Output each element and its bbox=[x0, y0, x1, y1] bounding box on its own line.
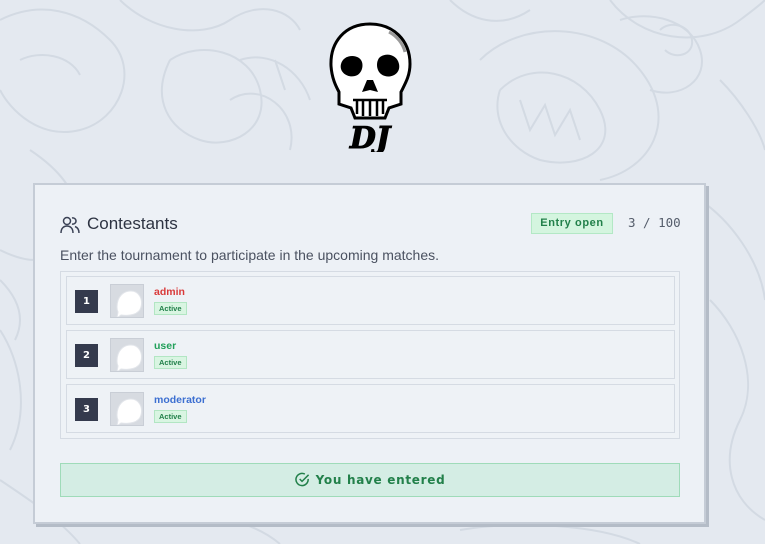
contestant-count: 3 / 100 bbox=[628, 215, 681, 230]
contestants-panel: Contestants Entry open 3 / 100 Enter the… bbox=[33, 183, 706, 524]
rank-badge: 2 bbox=[75, 344, 98, 367]
avatar[interactable] bbox=[110, 392, 144, 426]
status-badge: Active bbox=[154, 302, 187, 315]
panel-description: Enter the tournament to participate in t… bbox=[60, 247, 439, 263]
username-link[interactable]: user bbox=[154, 340, 176, 352]
avatar[interactable] bbox=[110, 338, 144, 372]
panel-header: Contestants Entry open 3 / 100 bbox=[60, 213, 681, 239]
avatar-placeholder-icon bbox=[116, 290, 142, 317]
panel-title: Contestants bbox=[87, 214, 178, 233]
entry-status-badge: Entry open bbox=[531, 213, 613, 234]
list-item[interactable]: 1 admin Active bbox=[66, 276, 675, 325]
users-icon bbox=[60, 215, 80, 235]
avatar-placeholder-icon bbox=[116, 344, 142, 371]
list-item[interactable]: 2 user Active bbox=[66, 330, 675, 379]
rank-badge: 3 bbox=[75, 398, 98, 421]
username-link[interactable]: admin bbox=[154, 286, 185, 298]
logo-text: DJ bbox=[349, 121, 392, 152]
rank-badge: 1 bbox=[75, 290, 98, 313]
status-badge: Active bbox=[154, 356, 187, 369]
status-badge: Active bbox=[154, 410, 187, 423]
avatar-placeholder-icon bbox=[116, 398, 142, 425]
skull-logo-art: DJ bbox=[329, 22, 412, 157]
list-item[interactable]: 3 moderator Active bbox=[66, 384, 675, 433]
check-circle-icon bbox=[294, 472, 309, 487]
avatar[interactable] bbox=[110, 284, 144, 318]
entered-label: You have entered bbox=[315, 473, 446, 487]
dj-skull-logo: DJ bbox=[327, 22, 413, 157]
contestant-list: 1 admin Active 2 user Active 3 moderator… bbox=[60, 271, 680, 439]
entered-status-button[interactable]: You have entered bbox=[60, 463, 680, 497]
username-link[interactable]: moderator bbox=[154, 394, 206, 406]
